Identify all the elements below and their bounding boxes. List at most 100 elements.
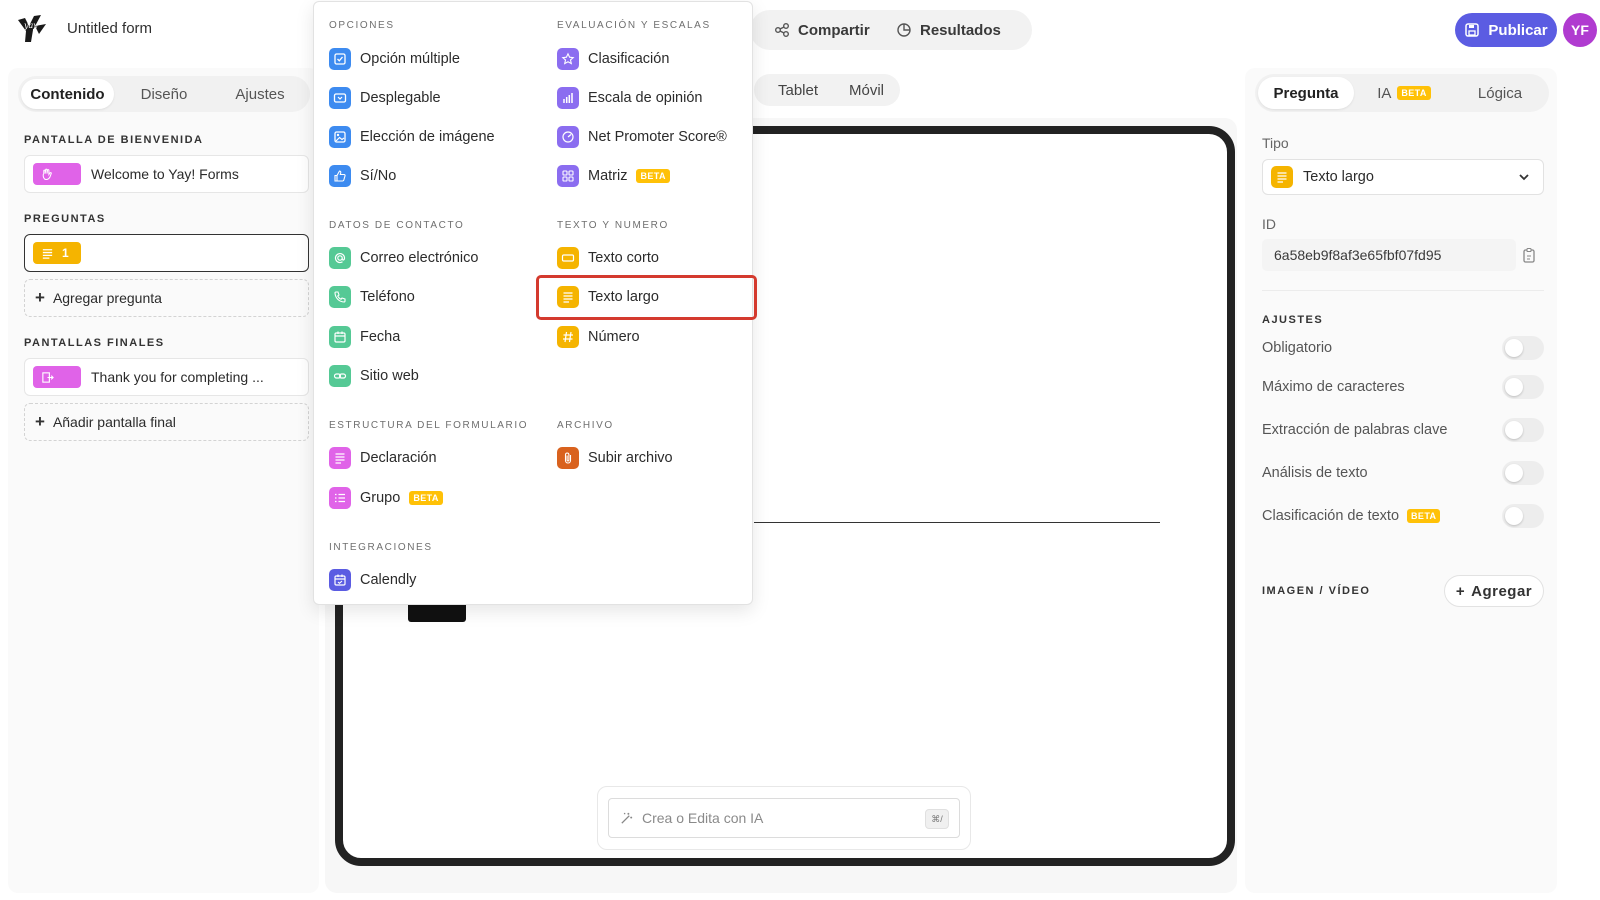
menu-item-calendly[interactable]: Calendly xyxy=(329,565,416,595)
end-screens-section-label: PANTALLAS FINALES xyxy=(24,337,165,349)
add-question-button[interactable]: + Agregar pregunta xyxy=(24,279,309,317)
results-button[interactable]: Resultados xyxy=(896,10,1001,50)
setting-label: Extracción de palabras clave xyxy=(1262,422,1448,438)
right-tabbar: Pregunta IA BETA Lógica xyxy=(1255,74,1549,112)
menu-section-text: TEXTO Y NUMERO xyxy=(557,220,669,231)
welcome-card-text: Welcome to Yay! Forms xyxy=(91,166,239,182)
question-type-select[interactable]: Texto largo xyxy=(1262,159,1544,195)
welcome-screen-card[interactable]: Welcome to Yay! Forms xyxy=(24,155,309,193)
menu-item-label: Subir archivo xyxy=(588,450,673,466)
thumbs-up-icon xyxy=(329,165,351,187)
text-analysis-toggle[interactable] xyxy=(1502,461,1544,485)
menu-item-label: Escala de opinión xyxy=(588,90,703,106)
menu-item-website[interactable]: Sitio web xyxy=(329,361,419,391)
tab-pregunta[interactable]: Pregunta xyxy=(1258,77,1354,109)
add-end-screen-label: Añadir pantalla final xyxy=(52,414,176,430)
yay-forms-logo-icon[interactable]: yay xyxy=(15,12,49,46)
top-bar: yay Untitled form Compartir Resultados P… xyxy=(0,0,1600,62)
required-toggle[interactable] xyxy=(1502,336,1544,360)
exit-door-icon xyxy=(42,371,54,383)
at-sign-icon xyxy=(329,247,351,269)
menu-item-label: Desplegable xyxy=(360,90,441,106)
long-text-icon xyxy=(557,286,579,308)
plus-icon: + xyxy=(35,412,45,431)
menu-item-number[interactable]: Número xyxy=(557,322,640,352)
menu-item-matrix[interactable]: Matriz BETA xyxy=(557,161,670,191)
menu-item-label: Correo electrónico xyxy=(360,250,479,266)
question-card[interactable]: 1 xyxy=(24,234,309,272)
menu-item-statement[interactable]: Declaración xyxy=(329,443,437,473)
menu-item-label: Fecha xyxy=(360,329,401,345)
ok-button[interactable] xyxy=(408,604,466,622)
menu-item-group[interactable]: Grupo BETA xyxy=(329,483,443,513)
menu-item-short-text[interactable]: Texto corto xyxy=(557,243,659,273)
menu-item-multiple-choice[interactable]: Opción múltiple xyxy=(329,44,460,74)
tab-logica[interactable]: Lógica xyxy=(1453,77,1547,109)
beta-badge: BETA xyxy=(1407,509,1441,523)
menu-item-yes-no[interactable]: Sí/No xyxy=(329,161,396,191)
setting-keyword-extraction: Extracción de palabras clave xyxy=(1262,418,1544,442)
menu-item-image-choice[interactable]: Elección de imágene xyxy=(329,122,495,152)
menu-item-email[interactable]: Correo electrónico xyxy=(329,243,478,273)
menu-item-dropdown[interactable]: Desplegable xyxy=(329,83,441,113)
publish-button[interactable]: Publicar xyxy=(1455,13,1557,47)
device-switcher: Tablet Móvil xyxy=(754,74,900,106)
svg-text:yay: yay xyxy=(23,21,38,30)
question-id-field[interactable]: 6a58eb9f8af3e65fbf07fd95 xyxy=(1262,239,1516,271)
tab-ajustes[interactable]: Ajustes xyxy=(214,79,306,109)
long-text-icon xyxy=(1271,166,1293,188)
menu-item-label: Sí/No xyxy=(360,168,397,184)
menu-item-date[interactable]: Fecha xyxy=(329,322,400,352)
tab-mobile[interactable]: Móvil xyxy=(849,74,884,106)
add-media-button[interactable]: + Agregar xyxy=(1444,575,1544,607)
menu-item-label: Opción múltiple xyxy=(360,51,460,67)
dropdown-icon xyxy=(329,87,351,109)
copy-icon[interactable] xyxy=(1520,247,1538,265)
id-label: ID xyxy=(1262,216,1276,232)
beta-badge: BETA xyxy=(636,169,670,183)
add-end-screen-button[interactable]: + Añadir pantalla final xyxy=(24,403,309,441)
plus-icon: + xyxy=(35,288,45,307)
end-screen-card[interactable]: Thank you for completing ... xyxy=(24,358,309,396)
menu-item-opinion-scale[interactable]: Escala de opinión xyxy=(557,83,702,113)
tab-tablet[interactable]: Tablet xyxy=(778,74,818,106)
tab-contenido[interactable]: Contenido xyxy=(21,79,114,109)
user-avatar[interactable]: YF xyxy=(1563,13,1597,47)
left-panel: Contenido Diseño Ajustes PANTALLA DE BIE… xyxy=(8,68,319,893)
answer-input-line[interactable] xyxy=(754,522,1160,523)
keyword-extraction-toggle[interactable] xyxy=(1502,418,1544,442)
short-text-icon xyxy=(557,247,579,269)
tab-ia[interactable]: IA BETA xyxy=(1357,77,1451,109)
menu-item-label: Número xyxy=(588,329,640,345)
max-chars-toggle[interactable] xyxy=(1502,375,1544,399)
menu-section-rating: EVALUACIÓN Y ESCALAS xyxy=(557,20,711,31)
magic-wand-icon xyxy=(621,812,633,824)
chevron-down-icon xyxy=(1519,174,1529,181)
menu-item-long-text[interactable]: Texto largo xyxy=(557,282,659,312)
text-classification-toggle[interactable] xyxy=(1502,504,1544,528)
menu-item-label: Calendly xyxy=(360,572,417,588)
menu-item-nps[interactable]: Net Promoter Score® xyxy=(557,122,727,152)
menu-item-rating[interactable]: Clasificación xyxy=(557,44,669,74)
ai-prompt-input[interactable]: Crea o Edita con IA ⌘/ xyxy=(608,798,960,838)
menu-item-label: Matriz xyxy=(588,168,628,184)
save-icon xyxy=(1465,23,1480,37)
menu-section-file: ARCHIVO xyxy=(557,420,614,431)
share-button[interactable]: Compartir xyxy=(774,10,870,50)
settings-section-label: AJUSTES xyxy=(1262,314,1324,326)
question-badge: 1 xyxy=(33,242,81,264)
statement-icon xyxy=(329,447,351,469)
link-icon xyxy=(329,365,351,387)
menu-item-upload[interactable]: Subir archivo xyxy=(557,443,673,473)
question-type-value: Texto largo xyxy=(1303,169,1374,185)
tab-ia-label: IA xyxy=(1377,84,1392,102)
menu-item-label: Texto corto xyxy=(588,250,659,266)
menu-item-phone[interactable]: Teléfono xyxy=(329,282,415,312)
menu-item-label: Elección de imágene xyxy=(360,129,495,145)
pie-chart-icon xyxy=(897,23,911,37)
divider xyxy=(1262,290,1544,291)
form-title[interactable]: Untitled form xyxy=(67,20,152,37)
tab-diseno[interactable]: Diseño xyxy=(118,79,210,109)
bar-chart-icon xyxy=(557,87,579,109)
share-icon xyxy=(775,23,789,37)
